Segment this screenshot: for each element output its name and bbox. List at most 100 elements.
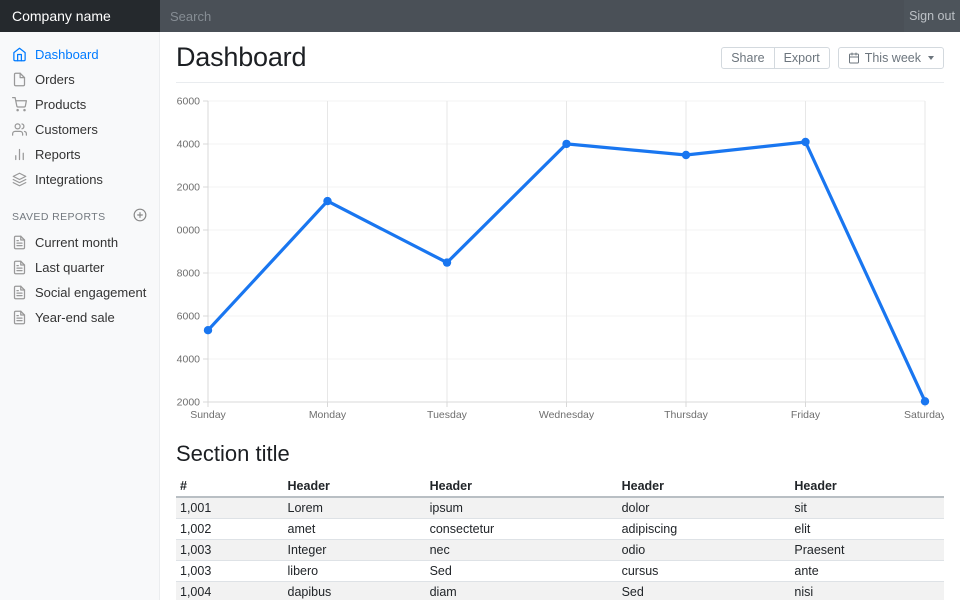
table-header-cell: #	[176, 476, 284, 497]
table-cell: diam	[426, 582, 618, 600]
sidebar-item-orders[interactable]: Orders	[0, 67, 159, 92]
week-dropdown-button[interactable]: This week	[838, 47, 944, 69]
table-cell: odio	[618, 540, 791, 561]
table-cell: Sed	[426, 561, 618, 582]
share-export-group: Share Export	[721, 47, 830, 69]
table-cell: consectetur	[426, 519, 618, 540]
svg-text:Saturday: Saturday	[904, 409, 944, 421]
svg-text:Thursday: Thursday	[664, 409, 709, 421]
sidebar-item-label: Orders	[35, 72, 75, 87]
table-cell: nec	[426, 540, 618, 561]
svg-text:20000: 20000	[176, 225, 200, 237]
sidebar: Dashboard Orders Products Customers Reports I…	[0, 32, 160, 600]
saved-reports-heading: SAVED REPORTS	[12, 211, 106, 223]
table-body: 1,001Loremipsumdolorsit1,002ametconsecte…	[176, 497, 944, 600]
table-cell: cursus	[618, 561, 791, 582]
table-row: 1,002ametconsecteturadipiscingelit	[176, 519, 944, 540]
sidebar-item-year-end-sale[interactable]: Year-end sale	[0, 305, 159, 330]
svg-text:12000: 12000	[176, 397, 200, 409]
users-icon	[12, 122, 27, 137]
table-cell: dapibus	[284, 582, 426, 600]
shopping-cart-icon	[12, 97, 27, 112]
search-input[interactable]	[160, 0, 904, 32]
sidebar-item-last-quarter[interactable]: Last quarter	[0, 255, 159, 280]
brand[interactable]: Company name	[0, 0, 160, 32]
toolbar: Share Export This week	[721, 47, 944, 69]
main-content: Dashboard Share Export This week 12000 14…	[160, 0, 960, 600]
saved-reports-header: SAVED REPORTS	[0, 192, 159, 230]
file-icon	[12, 72, 27, 87]
sidebar-item-label: Social engagement	[35, 285, 146, 300]
file-text-icon	[12, 235, 27, 250]
table-cell: 1,004	[176, 582, 284, 600]
share-button[interactable]: Share	[721, 47, 774, 69]
table-cell: amet	[284, 519, 426, 540]
svg-text:14000: 14000	[176, 354, 200, 366]
bar-chart-icon	[12, 147, 27, 162]
sidebar-item-label: Customers	[35, 122, 98, 137]
svg-text:Sunday: Sunday	[190, 409, 226, 421]
sidebar-item-reports[interactable]: Reports	[0, 142, 159, 167]
sidebar-item-label: Products	[35, 97, 86, 112]
table-cell: Praesent	[790, 540, 944, 561]
table-cell: ante	[790, 561, 944, 582]
line-chart-svg: 1200014000160001800020000220002400026000…	[176, 93, 944, 425]
table-cell: 1,001	[176, 497, 284, 519]
svg-text:18000: 18000	[176, 268, 200, 280]
table-cell: ipsum	[426, 497, 618, 519]
svg-text:26000: 26000	[176, 96, 200, 108]
table-cell: Sed	[618, 582, 791, 600]
table-cell: 1,003	[176, 561, 284, 582]
sign-out-link[interactable]: Sign out	[904, 0, 960, 32]
table-cell: adipiscing	[618, 519, 791, 540]
svg-text:24000: 24000	[176, 139, 200, 151]
app-root: Company name Sign out Dashboard Orders Pro…	[0, 0, 960, 600]
data-table: #HeaderHeaderHeaderHeader 1,001Loremipsu…	[176, 476, 944, 600]
table-cell: Integer	[284, 540, 426, 561]
table-row: 1,001Loremipsumdolorsit	[176, 497, 944, 519]
table-cell: sit	[790, 497, 944, 519]
page-header: Dashboard Share Export This week	[176, 32, 944, 83]
line-chart: 1200014000160001800020000220002400026000…	[176, 93, 944, 425]
calendar-icon	[848, 52, 860, 64]
sidebar-item-products[interactable]: Products	[0, 92, 159, 117]
svg-text:Monday: Monday	[309, 409, 347, 421]
table-header-cell: Header	[284, 476, 426, 497]
caret-down-icon	[928, 56, 934, 60]
sidebar-item-label: Dashboard	[35, 47, 99, 62]
table-head: #HeaderHeaderHeaderHeader	[176, 476, 944, 497]
week-dropdown-label: This week	[865, 51, 921, 65]
table-header-row: #HeaderHeaderHeaderHeader	[176, 476, 944, 497]
table-row: 1,003liberoSedcursusante	[176, 561, 944, 582]
sidebar-item-label: Last quarter	[35, 260, 104, 275]
plus-circle-icon[interactable]	[133, 208, 147, 225]
svg-text:Tuesday: Tuesday	[427, 409, 468, 421]
table-cell: libero	[284, 561, 426, 582]
sidebar-item-social-engagement[interactable]: Social engagement	[0, 280, 159, 305]
sidebar-item-current-month[interactable]: Current month	[0, 230, 159, 255]
table-cell: elit	[790, 519, 944, 540]
sidebar-item-label: Reports	[35, 147, 81, 162]
svg-text:Wednesday: Wednesday	[539, 409, 595, 421]
export-button[interactable]: Export	[774, 47, 830, 69]
layers-icon	[12, 172, 27, 187]
table-header-cell: Header	[790, 476, 944, 497]
page-title: Dashboard	[176, 42, 306, 73]
file-text-icon	[12, 285, 27, 300]
svg-text:Friday: Friday	[791, 409, 821, 421]
calendar-icon	[848, 52, 860, 64]
table-cell: 1,003	[176, 540, 284, 561]
table-cell: dolor	[618, 497, 791, 519]
table-row: 1,003IntegernecodioPraesent	[176, 540, 944, 561]
svg-text:16000: 16000	[176, 311, 200, 323]
table-header-cell: Header	[618, 476, 791, 497]
sidebar-item-label: Year-end sale	[35, 310, 115, 325]
sidebar-item-label: Integrations	[35, 172, 103, 187]
sidebar-item-integrations[interactable]: Integrations	[0, 167, 159, 192]
sidebar-nav: Dashboard Orders Products Customers Reports I…	[0, 42, 159, 192]
table-cell: nisi	[790, 582, 944, 600]
plus-circle-icon	[133, 208, 147, 222]
sidebar-item-customers[interactable]: Customers	[0, 117, 159, 142]
sidebar-item-dashboard[interactable]: Dashboard	[0, 42, 159, 67]
top-navbar: Company name Sign out	[0, 0, 960, 32]
